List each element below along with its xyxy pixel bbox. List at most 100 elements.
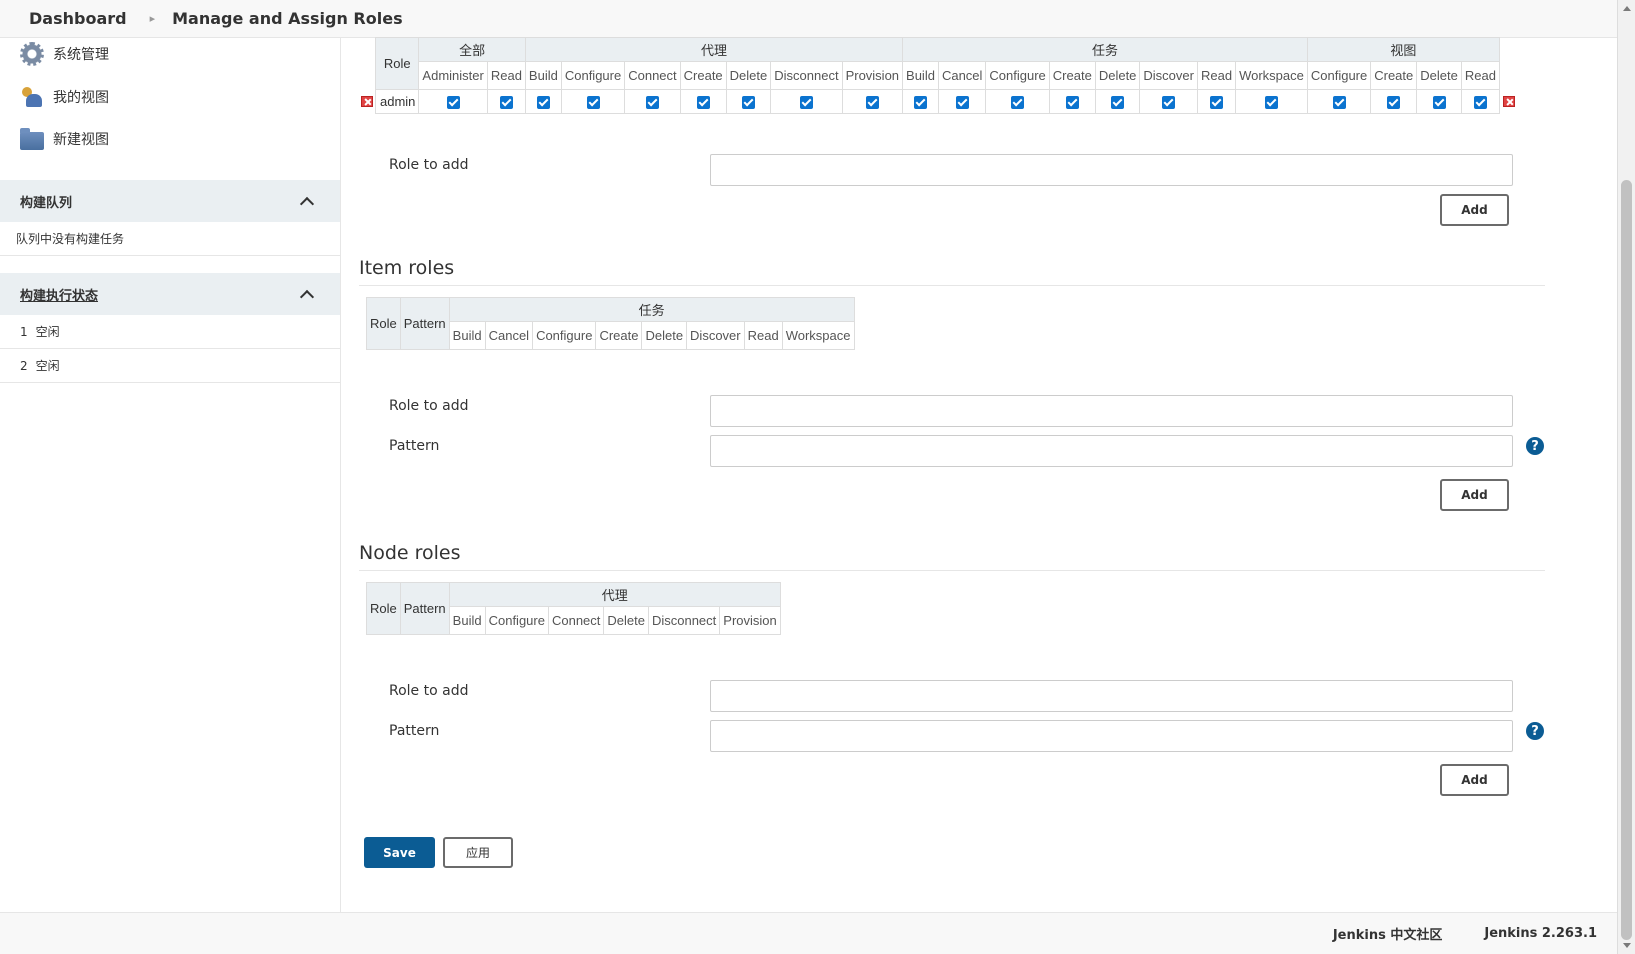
- permission-checkbox[interactable]: [1162, 96, 1176, 110]
- scroll-down-arrow-icon[interactable]: [1623, 943, 1631, 948]
- permission-header: Disconnect: [770, 61, 843, 90]
- permission-cell: [1235, 89, 1308, 114]
- role-column-header: Role: [366, 297, 401, 350]
- help-icon[interactable]: ?: [1526, 437, 1544, 455]
- item-pattern-input[interactable]: [710, 435, 1513, 467]
- group-header: 全部: [418, 37, 526, 62]
- role-to-add-label: Role to add: [389, 157, 469, 173]
- global-roles-block: Role 全部 代理 任务 视图 Administer Read Build Conf…: [361, 37, 1515, 114]
- scrollbar[interactable]: [1617, 0, 1635, 954]
- permission-cell: [1139, 89, 1198, 114]
- permission-checkbox[interactable]: [446, 96, 460, 110]
- permission-checkbox[interactable]: [1432, 96, 1446, 110]
- permission-cell: [1196, 89, 1237, 114]
- permission-checkbox[interactable]: [1387, 96, 1401, 110]
- permission-cell: [486, 89, 526, 114]
- permission-header: Build: [448, 321, 486, 350]
- add-global-role-button[interactable]: Add: [1440, 194, 1509, 226]
- item-role-to-add-input[interactable]: [710, 395, 1513, 427]
- permission-checkbox[interactable]: [741, 96, 755, 110]
- scroll-thumb[interactable]: [1621, 180, 1632, 940]
- permission-checkbox[interactable]: [1111, 96, 1125, 110]
- sidebar-item-new-view[interactable]: 新建视图: [20, 124, 109, 154]
- group-header-row: Role 全部 代理 任务 视图: [374, 37, 1500, 90]
- permission-checkbox[interactable]: [586, 96, 600, 110]
- executor-number: 2: [20, 358, 28, 373]
- add-item-role-button[interactable]: Add: [1440, 479, 1509, 511]
- node-pattern-input[interactable]: [710, 720, 1513, 752]
- role-to-add-label: Role to add: [389, 683, 469, 699]
- build-queue-empty-text: 队列中没有构建任务: [16, 232, 125, 246]
- permission-header: Connect: [624, 61, 681, 90]
- permission-header: Create: [1370, 61, 1418, 90]
- permission-header: Read: [1196, 61, 1237, 90]
- role-column-header: Role: [374, 37, 420, 90]
- permission-cell: [1416, 89, 1462, 114]
- permission-checkbox[interactable]: [865, 96, 879, 110]
- permission-checkbox[interactable]: [1473, 96, 1487, 110]
- permission-header: Configure: [985, 61, 1050, 90]
- permission-checkbox[interactable]: [1264, 96, 1278, 110]
- permission-header: Configure: [1306, 61, 1372, 90]
- footer-version-link[interactable]: Jenkins 2.263.1: [1484, 926, 1597, 941]
- role-name: admin: [374, 89, 420, 114]
- executor-status[interactable]: 空闲: [36, 357, 60, 374]
- sidebar-item-my-views[interactable]: 我的视图: [20, 82, 109, 112]
- permission-cell: [937, 89, 987, 114]
- permission-cell: [560, 89, 626, 114]
- permission-checkbox[interactable]: [1065, 96, 1079, 110]
- gear-icon: [20, 42, 44, 66]
- permission-checkbox[interactable]: [1011, 96, 1025, 110]
- permission-header: Cancel: [484, 321, 534, 350]
- group-header: 视图: [1306, 37, 1500, 62]
- permission-cell: [418, 89, 488, 114]
- permission-cell: [902, 89, 939, 114]
- scroll-up-arrow-icon[interactable]: [1623, 6, 1631, 11]
- add-node-role-button[interactable]: Add: [1440, 764, 1509, 796]
- group-header: 任务: [448, 297, 855, 322]
- node-role-to-add-input[interactable]: [710, 680, 1513, 712]
- permission-cell: [725, 89, 772, 114]
- executors-header: 构建执行状态: [0, 273, 340, 315]
- chevron-up-icon[interactable]: [299, 289, 315, 304]
- permission-checkbox[interactable]: [913, 96, 927, 110]
- delete-role-icon[interactable]: [1502, 96, 1515, 107]
- permission-header: Read: [486, 61, 526, 90]
- delete-role-icon[interactable]: [361, 96, 373, 107]
- global-role-to-add-input[interactable]: [710, 154, 1513, 186]
- permission-header: Create: [679, 61, 727, 90]
- permission-checkbox[interactable]: [696, 96, 710, 110]
- role-column-header: Role: [366, 582, 401, 635]
- chevron-up-icon[interactable]: [299, 196, 315, 211]
- permission-checkbox[interactable]: [1210, 96, 1224, 110]
- folder-icon: [20, 127, 44, 150]
- footer-community-link[interactable]: Jenkins 中文社区: [1333, 924, 1443, 943]
- permission-checkbox[interactable]: [499, 96, 513, 110]
- permission-header: Create: [595, 321, 643, 350]
- permission-checkbox[interactable]: [799, 96, 813, 110]
- permission-header: Delete: [603, 606, 649, 635]
- build-queue-title[interactable]: 构建队列: [20, 192, 72, 211]
- executors-title[interactable]: 构建执行状态: [20, 285, 98, 304]
- help-icon[interactable]: ?: [1526, 722, 1544, 740]
- save-button[interactable]: Save: [364, 837, 435, 868]
- permission-cell: [985, 89, 1050, 114]
- permission-header-row: Administer Read Build Configure Connect Creat…: [376, 61, 1500, 90]
- permission-checkbox[interactable]: [955, 96, 969, 110]
- sidebar-item-label: 系统管理: [53, 47, 109, 63]
- permission-checkbox[interactable]: [645, 96, 659, 110]
- breadcrumb-current[interactable]: Manage and Assign Roles: [172, 9, 403, 28]
- executor-status[interactable]: 空闲: [36, 323, 60, 340]
- permission-header: Workspace: [781, 321, 855, 350]
- group-header: 任务: [902, 37, 1308, 62]
- sidebar-item-manage[interactable]: 系统管理: [20, 39, 109, 69]
- permission-checkbox[interactable]: [1332, 96, 1346, 110]
- permission-cell: [524, 89, 562, 114]
- permission-cell: [624, 89, 681, 114]
- apply-button[interactable]: 应用: [443, 837, 513, 868]
- permission-header: Delete: [1094, 61, 1141, 90]
- breadcrumb-dashboard[interactable]: Dashboard: [29, 9, 127, 28]
- pattern-column-header: Pattern: [399, 297, 450, 350]
- permission-checkbox[interactable]: [536, 96, 550, 110]
- permission-cell: [770, 89, 843, 114]
